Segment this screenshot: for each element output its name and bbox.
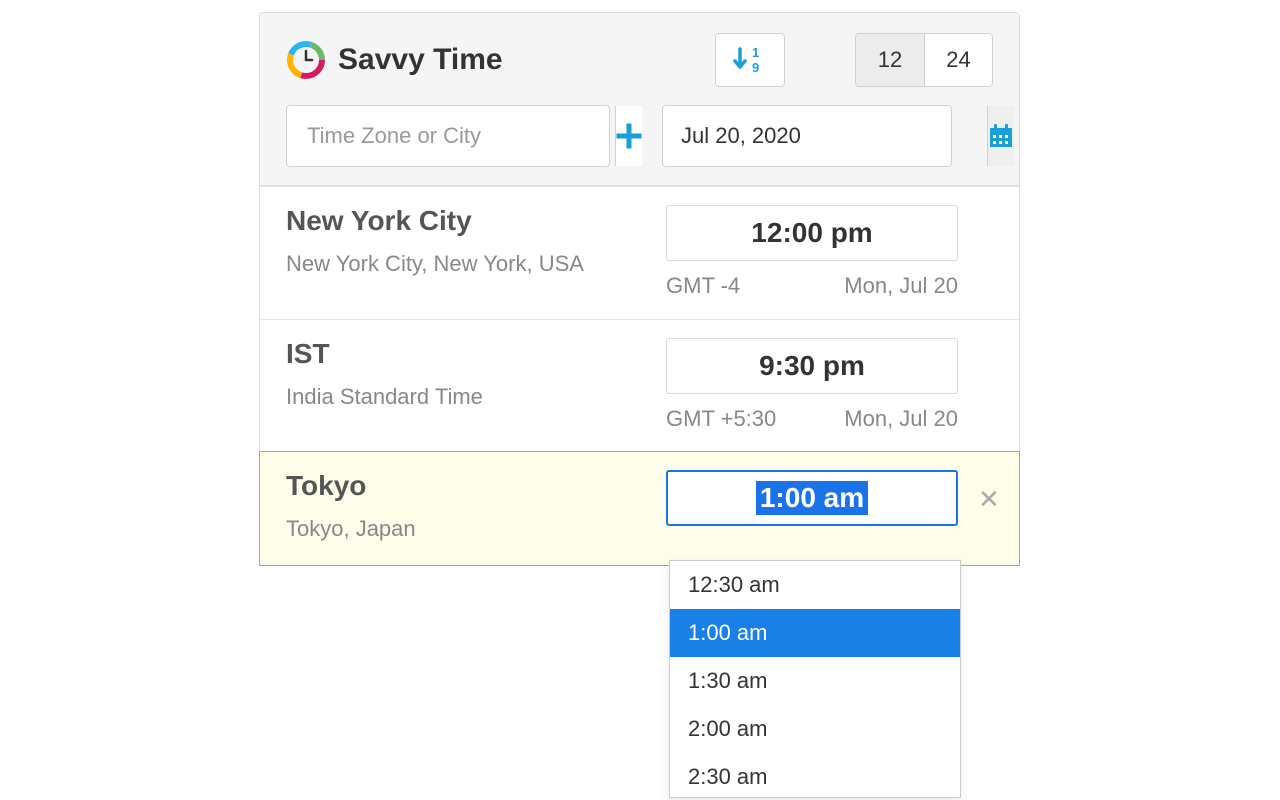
location-title: IST: [286, 338, 646, 370]
time-format-toggle: 12 24: [855, 33, 993, 87]
date-input[interactable]: [663, 106, 987, 166]
timezone-row[interactable]: IST India Standard Time 9:30 pm GMT +5:3…: [260, 319, 1019, 452]
location-block: IST India Standard Time: [286, 338, 646, 413]
logo-icon: [286, 39, 326, 81]
time-option-selected[interactable]: 1:00 am: [670, 609, 960, 657]
close-icon: ✕: [978, 484, 1000, 514]
date-input-group: [662, 105, 952, 167]
timezone-input-group: [286, 105, 610, 167]
date-label: Mon, Jul 20: [844, 406, 958, 432]
svg-text:9: 9: [752, 60, 759, 75]
brand: Savvy Time: [286, 39, 703, 81]
header-row-2: [286, 105, 993, 167]
timezone-row[interactable]: New York City New York City, New York, U…: [260, 186, 1019, 319]
date-label: Mon, Jul 20: [844, 273, 958, 299]
time-meta: GMT +5:30 Mon, Jul 20: [666, 406, 958, 432]
time-input-focused[interactable]: 1:00 am: [666, 470, 958, 526]
time-option[interactable]: 12:30 am: [670, 561, 960, 609]
timezone-input[interactable]: [287, 106, 615, 166]
sort-button[interactable]: 1 9: [715, 33, 785, 87]
location-subtitle: India Standard Time: [286, 380, 646, 413]
svg-text:1: 1: [752, 45, 759, 60]
sort-numeric-icon: 1 9: [732, 45, 768, 75]
plus-icon: [616, 123, 642, 149]
time-input[interactable]: 12:00 pm: [666, 205, 958, 261]
time-selected-text: 1:00 am: [756, 481, 868, 515]
format-24-button[interactable]: 24: [924, 34, 992, 86]
location-title: Tokyo: [286, 470, 646, 502]
location-block: Tokyo Tokyo, Japan: [286, 470, 646, 545]
time-meta: GMT -4 Mon, Jul 20: [666, 273, 958, 299]
location-block: New York City New York City, New York, U…: [286, 205, 646, 280]
time-column: 12:00 pm GMT -4 Mon, Jul 20: [666, 205, 993, 299]
remove-row-button[interactable]: ✕: [978, 470, 1000, 515]
time-option[interactable]: 2:30 am: [670, 753, 960, 797]
header: Savvy Time 1 9 12 24: [260, 13, 1019, 186]
time-input[interactable]: 9:30 pm: [666, 338, 958, 394]
time-dropdown: 12:30 am 1:00 am 1:30 am 2:00 am 2:30 am: [669, 560, 961, 798]
location-subtitle: Tokyo, Japan: [286, 512, 646, 545]
header-row-1: Savvy Time 1 9 12 24: [286, 33, 993, 87]
gmt-offset: GMT -4: [666, 273, 740, 299]
calendar-button[interactable]: [987, 106, 1014, 166]
time-column: 1:00 am: [666, 470, 958, 526]
format-12-button[interactable]: 12: [856, 34, 924, 86]
gmt-offset: GMT +5:30: [666, 406, 776, 432]
brand-title: Savvy Time: [338, 43, 503, 77]
location-subtitle: New York City, New York, USA: [286, 247, 646, 280]
time-option[interactable]: 2:00 am: [670, 705, 960, 753]
calendar-icon: [988, 123, 1014, 149]
timezone-row-active[interactable]: Tokyo Tokyo, Japan 1:00 am ✕: [259, 451, 1020, 566]
location-title: New York City: [286, 205, 646, 237]
time-dropdown-list[interactable]: 12:30 am 1:00 am 1:30 am 2:00 am 2:30 am: [670, 561, 960, 797]
time-column: 9:30 pm GMT +5:30 Mon, Jul 20: [666, 338, 993, 432]
app-container: Savvy Time 1 9 12 24: [259, 12, 1020, 566]
time-option[interactable]: 1:30 am: [670, 657, 960, 705]
add-timezone-button[interactable]: [615, 106, 642, 166]
